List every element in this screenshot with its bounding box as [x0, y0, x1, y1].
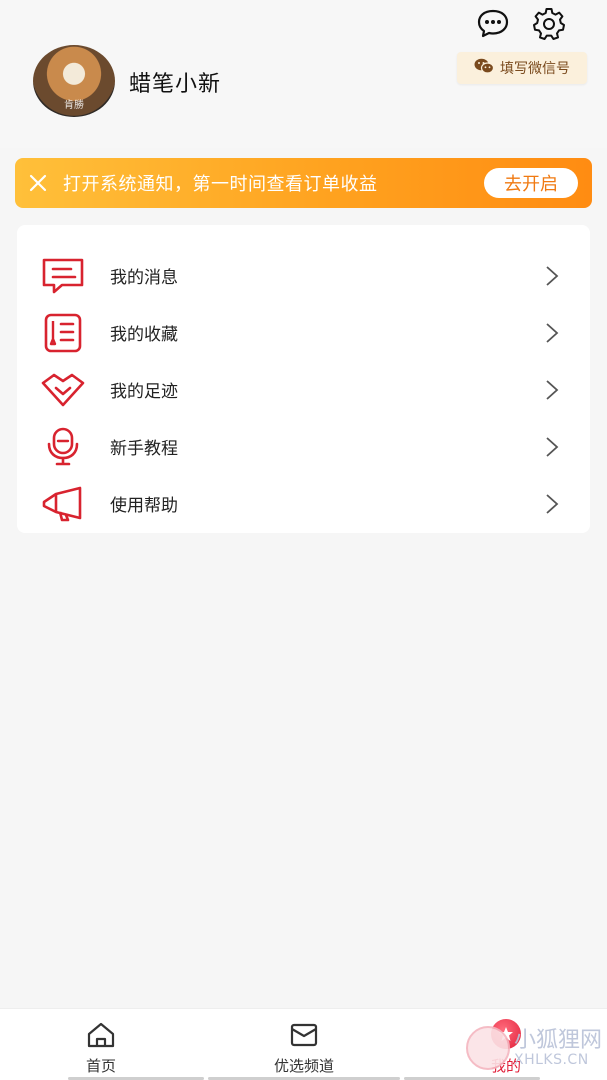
chat-button[interactable]: [475, 9, 511, 41]
menu-item-help[interactable]: 使用帮助: [17, 475, 590, 532]
help-icon: [39, 482, 87, 526]
profile-header: 肯勝 蜡笔小新 填写微信号: [0, 0, 607, 148]
menu-item-label: 我的足迹: [110, 382, 178, 402]
menu-item-footprints[interactable]: 我的足迹: [17, 361, 590, 418]
menu-item-favorites[interactable]: 我的收藏: [17, 304, 590, 361]
tab-channel[interactable]: 优选频道: [262, 1009, 346, 1080]
message-icon: [39, 254, 87, 298]
wechat-label: 填写微信号: [500, 61, 570, 77]
username[interactable]: 蜡笔小新: [129, 66, 221, 98]
avatar[interactable]: 肯勝: [33, 45, 115, 117]
tab-home[interactable]: 首页: [70, 1009, 132, 1080]
chevron-right-icon: [544, 378, 560, 402]
mine-icon: [491, 1019, 521, 1049]
chevron-right-icon: [544, 264, 560, 288]
banner-text: 打开系统通知，第一时间查看订单收益: [63, 174, 378, 195]
bottom-tab-bar: 首页 优选频道 我的: [0, 1008, 607, 1080]
menu-item-label: 我的消息: [110, 268, 178, 288]
wechat-icon: [474, 58, 495, 78]
menu-item-tutorial[interactable]: 新手教程: [17, 418, 590, 475]
tab-label: 我的: [490, 1057, 521, 1075]
tutorial-icon: [39, 425, 87, 469]
channel-icon: [289, 1021, 319, 1049]
tab-mine[interactable]: 我的: [476, 1009, 536, 1080]
menu-item-label: 使用帮助: [110, 496, 178, 516]
chevron-right-icon: [544, 435, 560, 459]
tab-label: 首页: [85, 1057, 116, 1075]
fill-wechat-button[interactable]: 填写微信号: [457, 52, 587, 84]
chat-icon: [476, 8, 510, 42]
gear-icon: [532, 6, 566, 44]
menu-list: 我的消息 我的收藏 我的足迹 新手教程 使用帮助: [17, 225, 590, 533]
menu-item-messages[interactable]: 我的消息: [17, 247, 590, 304]
footprint-icon: [39, 368, 87, 412]
chevron-right-icon: [544, 492, 560, 516]
chevron-right-icon: [544, 321, 560, 345]
avatar-caption: 肯勝: [64, 100, 84, 111]
tab-label: 优选频道: [273, 1057, 334, 1075]
favorites-icon: [39, 311, 87, 355]
notification-banner: 打开系统通知，第一时间查看订单收益 去开启: [15, 158, 592, 208]
home-icon: [86, 1021, 116, 1049]
tab-indicators: [0, 1076, 607, 1080]
enable-notifications-button[interactable]: 去开启: [484, 168, 578, 198]
settings-button[interactable]: [531, 8, 567, 42]
menu-item-label: 新手教程: [110, 439, 178, 459]
menu-item-label: 我的收藏: [110, 325, 178, 345]
close-icon[interactable]: [29, 174, 47, 192]
